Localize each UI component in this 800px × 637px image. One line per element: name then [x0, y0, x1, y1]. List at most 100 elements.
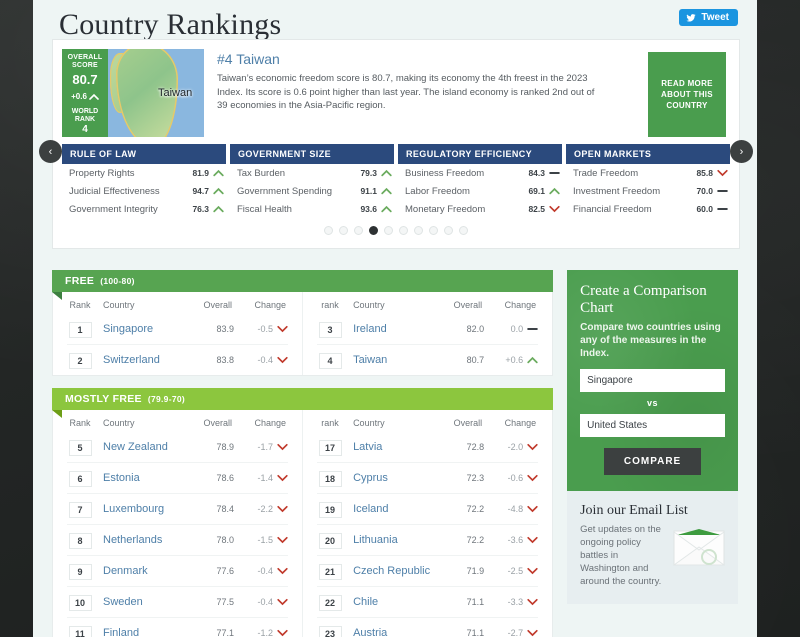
- row-overall: 80.7: [466, 355, 485, 365]
- ranking-section: MOSTLY FREE (79.9-70) Rank Country Overall Ch…: [52, 388, 554, 637]
- header-rank: Rank: [69, 300, 91, 310]
- carousel-next-arrow[interactable]: ›: [730, 140, 753, 163]
- pillar-row: Fiscal Health 93.6: [230, 200, 394, 218]
- row-rank: 18: [317, 469, 343, 487]
- tweet-button[interactable]: Tweet: [679, 9, 738, 26]
- compare-button[interactable]: COMPARE: [603, 448, 702, 475]
- row-country-link[interactable]: Chile: [343, 596, 440, 608]
- row-country-link[interactable]: Singapore: [93, 323, 190, 335]
- carousel-dot-3[interactable]: [354, 226, 363, 235]
- arrow-up-icon: [213, 187, 224, 195]
- row-country-link[interactable]: Iceland: [343, 503, 440, 515]
- row-overall: 77.6: [216, 566, 235, 576]
- arrow-up-icon: [213, 169, 224, 177]
- pillar-measure-name: Tax Burden: [237, 167, 286, 179]
- table-row: 4 Taiwan 80.7 +0.6: [317, 345, 538, 375]
- header-overall: Overall: [453, 300, 483, 310]
- pillar-measure-value: 94.7: [192, 186, 209, 196]
- ranking-table: Rank Country Overall Change 5 New Zealand 78.9…: [52, 410, 554, 637]
- arrow-down-icon: [527, 598, 538, 606]
- arrow-down-icon: [277, 598, 288, 606]
- row-country-link[interactable]: Ireland: [343, 323, 440, 335]
- carousel-dot-5[interactable]: [384, 226, 393, 235]
- row-country-link[interactable]: Luxembourg: [93, 503, 190, 515]
- row-country-link[interactable]: Czech Republic: [343, 565, 440, 577]
- header-country: Country: [103, 418, 135, 428]
- carousel-slide: OVERALL SCORE 80.7 +0.6 WORLD RANK 4 Tai…: [53, 40, 739, 137]
- carousel-dot-1[interactable]: [324, 226, 333, 235]
- table-row: 2 Switzerland 83.8 -0.4: [67, 345, 288, 375]
- section-banner-label: FREE: [65, 275, 95, 287]
- row-change: -0.5: [234, 324, 288, 334]
- table-row: 9 Denmark 77.6 -0.4: [67, 556, 289, 587]
- row-country-link[interactable]: New Zealand: [93, 441, 190, 453]
- header-change: Change: [254, 300, 287, 310]
- arrow-up-icon: [527, 356, 538, 364]
- ranking-column-1: Rank Country Overall Change 5 New Zealand 78.9…: [53, 410, 302, 637]
- arrow-down-icon: [277, 325, 288, 333]
- pillar-row: Government Spending 91.1: [230, 182, 394, 200]
- carousel-dot-9[interactable]: [444, 226, 453, 235]
- table-row: 17 Latvia 72.8 -2.0: [317, 432, 539, 463]
- row-overall: 83.8: [216, 355, 235, 365]
- row-country-link[interactable]: Estonia: [93, 472, 190, 484]
- row-country-link[interactable]: Netherlands: [93, 534, 190, 546]
- arrow-down-icon: [277, 505, 288, 513]
- arrow-down-icon: [717, 169, 728, 177]
- row-change-value: -0.4: [257, 355, 274, 365]
- header-country: Country: [353, 300, 385, 310]
- row-country-link[interactable]: Austria: [343, 627, 440, 637]
- row-change-value: +0.6: [505, 355, 524, 365]
- row-country-link[interactable]: Cyprus: [343, 472, 440, 484]
- row-rank: 4: [317, 351, 343, 369]
- carousel-dot-8[interactable]: [429, 226, 438, 235]
- overall-score-label-1: OVERALL: [67, 54, 103, 61]
- world-rank-label-2: RANK: [74, 115, 96, 123]
- pillar-title: REGULATORY EFFICIENCY: [398, 144, 562, 164]
- row-change: -3.3: [484, 597, 538, 607]
- pillar-measure-value: 60.0: [696, 204, 713, 214]
- twitter-icon: [686, 13, 696, 22]
- table-row: 10 Sweden 77.5 -0.4: [67, 587, 289, 618]
- row-change-value: -1.5: [257, 535, 274, 545]
- row-rank: 19: [317, 500, 343, 518]
- carousel-dot-6[interactable]: [399, 226, 408, 235]
- world-rank-label-1: WORLD: [71, 108, 99, 115]
- row-change: -3.6: [484, 535, 538, 545]
- country-heading: #4 Taiwan: [217, 51, 280, 67]
- country-a-input[interactable]: [580, 369, 725, 392]
- row-country-link[interactable]: Sweden: [93, 596, 190, 608]
- arrow-down-icon: [277, 536, 288, 544]
- country-map: Taiwan: [108, 49, 204, 137]
- header-country: Country: [353, 418, 385, 428]
- section-banner-range: (79.9-70): [147, 394, 186, 404]
- carousel-dot-7[interactable]: [414, 226, 423, 235]
- row-country-link[interactable]: Taiwan: [343, 354, 440, 366]
- world-rank-value: 4: [82, 124, 88, 135]
- carousel-dot-2[interactable]: [339, 226, 348, 235]
- row-country-link[interactable]: Switzerland: [93, 354, 190, 366]
- row-country-link[interactable]: Denmark: [93, 565, 190, 577]
- header-change: Change: [254, 418, 287, 428]
- row-change: -0.4: [234, 566, 288, 576]
- carousel-prev-arrow[interactable]: ‹: [39, 140, 62, 163]
- row-country-link[interactable]: Finland: [93, 627, 190, 637]
- pillar-measure-value: 79.3: [360, 168, 377, 178]
- read-more-button[interactable]: READ MORE ABOUT THIS COUNTRY: [648, 52, 726, 137]
- row-country-link[interactable]: Lithuania: [343, 534, 440, 546]
- header-rank: Rank: [69, 418, 91, 428]
- pillar-measure-value: 76.3: [192, 204, 209, 214]
- pillar-measure-name: Financial Freedom: [573, 203, 652, 215]
- carousel-dot-10[interactable]: [459, 226, 468, 235]
- arrow-up-icon: [381, 205, 392, 213]
- pillar-row: Business Freedom 84.3: [398, 164, 562, 182]
- pillar-measure-value: 81.9: [192, 168, 209, 178]
- pillar-measure-name: Labor Freedom: [405, 185, 470, 197]
- row-change-value: 0.0: [510, 324, 524, 334]
- email-list-title: Join our Email List: [580, 503, 688, 518]
- row-change: +0.6: [484, 355, 538, 365]
- row-country-link[interactable]: Latvia: [343, 441, 440, 453]
- carousel-dot-4[interactable]: [369, 226, 378, 235]
- pillar-measure-name: Monetary Freedom: [405, 203, 486, 215]
- country-b-input[interactable]: [580, 414, 725, 437]
